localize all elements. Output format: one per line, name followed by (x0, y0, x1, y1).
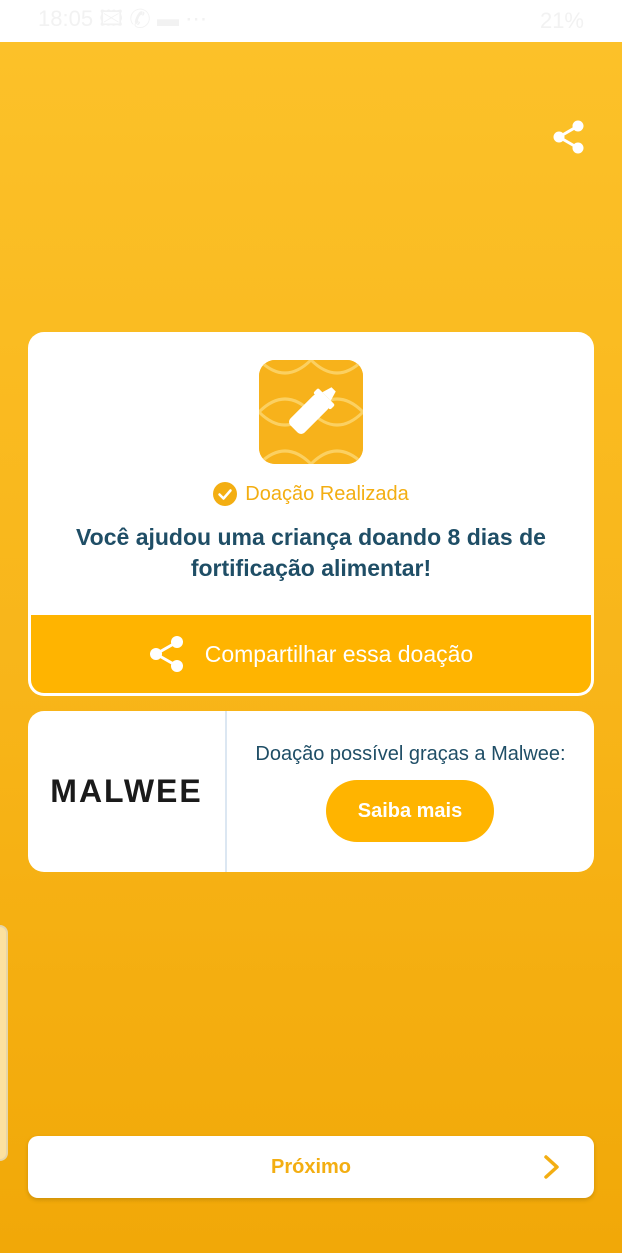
check-circle-icon (213, 482, 238, 506)
donation-status: Doação Realizada (28, 482, 594, 506)
status-bar: 18:05 🖾 ✆ ▬ ⋯ 21% (0, 0, 622, 42)
chevron-right-icon (544, 1155, 559, 1179)
next-label: Próximo (270, 1156, 352, 1178)
sponsor-card: MALWEE Doação possível graças a Malwee: … (28, 711, 594, 872)
sponsor-text: Doação possível graças a Malwee: (255, 743, 566, 765)
learn-more-button[interactable]: Saiba mais (326, 780, 494, 842)
share-icon[interactable] (552, 120, 586, 154)
edge-panel-handle[interactable] (0, 925, 8, 1161)
share-icon (149, 636, 183, 672)
share-donation-button[interactable]: Compartilhar essa doação (28, 615, 594, 696)
next-button[interactable]: Próximo (28, 1136, 594, 1198)
donation-message: Você ajudou uma criança doando 8 dias de… (76, 524, 546, 581)
donation-card: Doação Realizada Você ajudou uma criança… (28, 332, 594, 615)
status-time: 18:05 🖾 ✆ ▬ ⋯ (38, 6, 208, 31)
baby-bottle-icon (259, 360, 363, 464)
status-battery: 21% (539, 8, 584, 33)
malwee-logo: MALWEE (28, 711, 227, 872)
share-donation-label: Compartilhar essa doação (204, 640, 474, 667)
status-label: Doação Realizada (245, 482, 409, 505)
